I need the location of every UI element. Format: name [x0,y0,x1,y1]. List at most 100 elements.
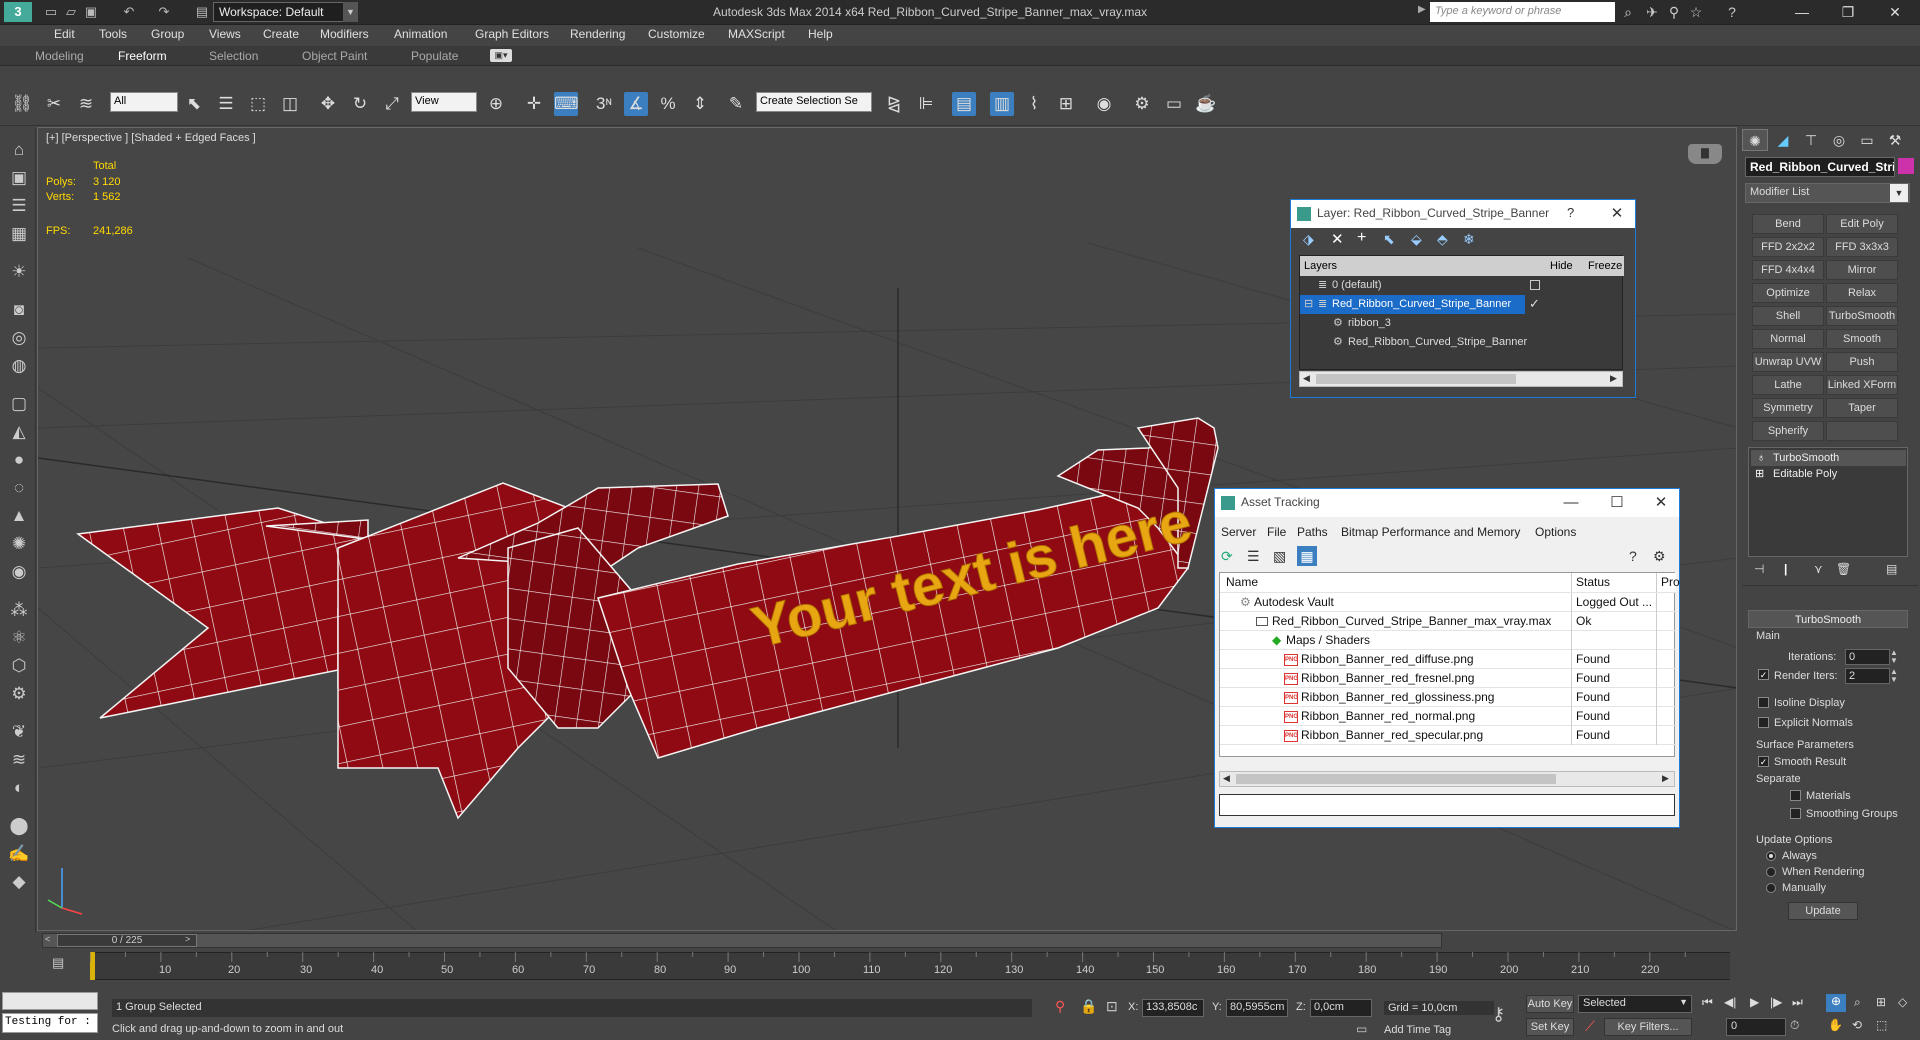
open-file-icon[interactable]: ▱ [62,4,80,20]
table-row[interactable]: PNG Ribbon_Banner_red_normal.png Found [1220,707,1676,726]
smooth-result-checkbox[interactable]: ✓ [1758,756,1769,767]
edit-named-selection-icon[interactable]: ✎ [724,92,748,116]
materials-checkbox[interactable] [1790,790,1801,801]
reel-icon[interactable]: ◎ [6,326,32,350]
layer-row[interactable]: ⚙ ribbon_3 [1300,314,1624,333]
favorites-star-icon[interactable]: ☆ [1686,3,1706,21]
plant-icon[interactable]: ❦ [6,720,32,744]
maxscript-listener-field[interactable] [2,992,98,1010]
always-radio[interactable] [1766,851,1776,861]
redo-icon[interactable]: ↷ [155,4,173,20]
layer-horizontal-scrollbar[interactable]: ◀ ▶ [1299,371,1623,387]
create-tab-icon[interactable]: ✺ [1742,129,1768,151]
current-frame-field[interactable]: 0 [1726,1018,1786,1036]
menu-group[interactable]: Group [151,27,184,41]
chevron-down-icon[interactable]: ▼ [1890,184,1908,202]
modifier-button[interactable]: Lathe [1752,375,1824,395]
configure-modifier-sets-icon[interactable]: ▤ [1886,562,1897,576]
modifier-button[interactable]: Optimize [1752,283,1824,303]
modifier-button[interactable]: Mirror [1826,260,1898,280]
x-coordinate-field[interactable]: 133,8508c [1142,999,1204,1017]
thumbnail-view-icon[interactable]: ▧ [1273,548,1286,565]
asset-maximize-button[interactable]: ☐ [1607,493,1627,513]
vault-settings-icon[interactable]: ⚙ [1653,548,1666,565]
reference-coordinate-dropdown[interactable]: View [411,92,477,112]
hierarchy-tab-icon[interactable]: ⊤ [1798,129,1824,151]
key-filters-button[interactable]: Key Filters... [1604,1018,1692,1036]
tab-object-paint[interactable]: Object Paint [302,49,367,63]
time-slider-thumb[interactable]: 0 / 225 [57,934,197,947]
modifier-button[interactable]: Linked XForm [1826,375,1898,395]
modifier-button[interactable]: Smooth [1826,329,1898,349]
scene-explorer-icon[interactable]: ▥ [990,92,1014,116]
set-key-button[interactable]: Set Key [1526,1018,1574,1036]
highlight-layer-icon[interactable]: ⬙ [1411,231,1422,248]
layer-help-button[interactable]: ? [1567,205,1574,220]
spinner-arrows-icon[interactable]: ▲ ▼ [1890,668,1898,684]
layer-row[interactable]: ⊟ ≣ Red_Ribbon_Curved_Stripe_Banner [1300,295,1525,314]
explicit-normals-checkbox[interactable] [1758,717,1769,728]
viewport-label[interactable]: [+] [Perspective ] [Shaded + Edged Faces… [46,132,256,144]
scroll-right-icon[interactable]: ▶ [1610,373,1617,384]
stack-item[interactable]: ♁ TurboSmooth [1751,450,1906,466]
modifier-button[interactable]: FFD 4x4x4 [1752,260,1824,280]
add-to-layer-icon[interactable]: + [1357,229,1366,247]
table-row[interactable]: ◆ Maps / Shaders [1220,631,1676,650]
delete-layer-icon[interactable]: ✕ [1331,230,1344,248]
communication-icon[interactable]: ✈ [1642,3,1662,21]
make-unique-icon[interactable]: ⋎ [1814,562,1823,576]
pro-column-header[interactable]: Pro [1656,573,1680,592]
menu-edit[interactable]: Edit [54,27,75,41]
layer-dialog-title[interactable]: Layer: Red_Ribbon_Curved_Stripe_Banner [1291,200,1635,228]
bind-space-warp-icon[interactable]: ≋ [74,92,98,116]
modifier-button[interactable]: Spherify [1752,421,1824,441]
modifier-button[interactable]: Unwrap UVW [1752,352,1824,372]
material-editor-icon[interactable]: ◉ [1092,92,1116,116]
keyboard-shortcut-override-icon[interactable]: ⌨ [554,92,579,116]
align-icon[interactable]: ⊫ [914,92,938,116]
key-mode-dropdown[interactable]: Selected ▼ [1578,995,1692,1013]
select-by-name-icon[interactable]: ☰ [214,92,238,116]
update-button[interactable]: Update [1788,902,1858,920]
minimize-button[interactable]: — [1779,0,1825,25]
snaps-toggle-icon[interactable]: 3ᶰ [592,92,616,116]
pan-icon[interactable]: ✋ [1828,1018,1843,1032]
maxscript-output-field[interactable]: Testing for : [2,1013,98,1033]
layer-explorer-icon[interactable]: ▤ [952,92,976,116]
manually-radio[interactable] [1766,883,1776,893]
current-layer-checkbox-icon[interactable] [1530,280,1540,290]
select-manipulate-icon[interactable]: ✛ [522,92,546,116]
angle-snap-icon[interactable]: ∡ [624,92,648,116]
search-arrow-icon[interactable]: ▶ [1418,4,1426,15]
time-slider-left-arrow[interactable]: < [45,934,50,944]
field-of-view-icon[interactable]: ◇ [1898,995,1907,1009]
viewcube-home-icon[interactable]: ▇ [1688,144,1722,164]
modifier-button[interactable]: Shell [1752,306,1824,326]
tab-modeling[interactable]: Modeling [35,49,84,63]
layer-close-button[interactable]: ✕ [1607,204,1627,224]
table-row[interactable]: PNG Ribbon_Banner_red_fresnel.png Found [1220,669,1676,688]
asset-close-button[interactable]: ✕ [1651,493,1671,513]
rectangle-selection-icon[interactable]: ⬚ [246,92,270,116]
pin-stack-icon[interactable]: ⊣ [1754,562,1764,576]
particles-icon[interactable]: ⁂ [6,598,32,622]
grid-icon[interactable]: ▦ [6,222,32,246]
asset-menu-file[interactable]: File [1267,525,1286,539]
named-selection-sets-dropdown[interactable]: Create Selection Se [756,92,872,112]
expand-icon[interactable]: ⊞ [1755,466,1764,482]
utilities-tab-icon[interactable]: ⚒ [1882,129,1908,151]
app-logo-icon[interactable]: 3 [4,2,32,22]
isoline-display-checkbox[interactable] [1758,697,1769,708]
select-object-icon[interactable]: ⬉ [182,92,206,116]
turbosmooth-rollout[interactable]: TurboSmooth [1748,610,1908,628]
go-to-end-icon[interactable]: ⏭ [1792,995,1803,1010]
scroll-thumb[interactable] [1316,374,1516,384]
box-primitive-icon[interactable]: ▢ [6,392,32,416]
menu-help[interactable]: Help [808,27,833,41]
keyword-search-input[interactable]: Type a keyword or phrase [1430,2,1615,22]
scroll-left-icon[interactable]: ◀ [1303,373,1310,384]
scale-icon[interactable]: ⤢ [380,92,404,116]
modifier-button[interactable]: Taper [1826,398,1898,418]
time-configuration-icon[interactable]: ⏱ [1790,1018,1799,1033]
expand-icon[interactable]: ⊟ [1304,295,1313,314]
